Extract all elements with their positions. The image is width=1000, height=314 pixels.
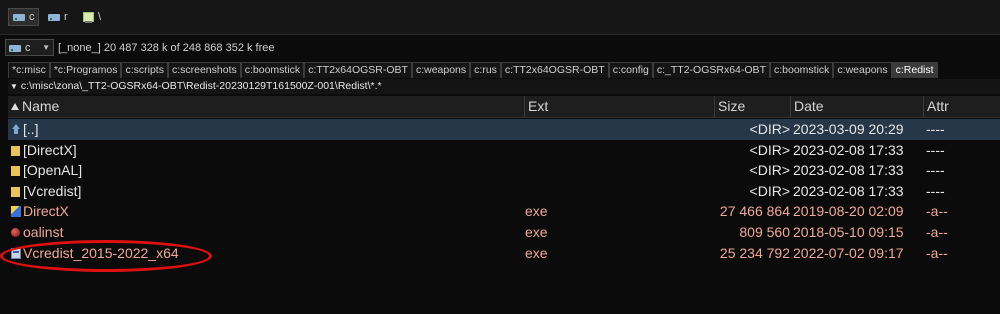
column-header-label: Ext (528, 98, 549, 114)
file-name: oalinst (23, 223, 64, 240)
file-row-vcredist-exe[interactable]: Vcredist_2015-2022_x64 exe 25 234 792 20… (8, 243, 1000, 264)
column-header-label: Attr (927, 98, 949, 114)
tab-screenshots[interactable]: c:screenshots (167, 62, 241, 78)
file-date: 2023-02-08 17:33 (793, 162, 904, 179)
file-attr: -a-- (926, 244, 948, 261)
tab-redist[interactable]: c:Redist (891, 62, 938, 78)
file-size: 27 466 864 (719, 203, 790, 220)
file-size: 809 560 (739, 223, 790, 240)
file-attr: ---- (926, 121, 945, 137)
chevron-down-icon: ▼ (42, 43, 50, 52)
file-size: <DIR> (749, 162, 790, 179)
file-name-cell: [..] (10, 119, 39, 139)
drive-button-network[interactable]: \ (78, 8, 104, 26)
column-header-date[interactable]: Date (791, 96, 924, 117)
file-row-vcredist-folder[interactable]: [Vcredist] <DIR> 2023-02-08 17:33 ---- (8, 181, 1000, 202)
tab-tt2x64ogsr-obt[interactable]: c:TT2x64OGSR-OBT (304, 62, 412, 78)
file-name: Vcredist_2015-2022_x64 (23, 244, 179, 261)
file-row-directx-exe[interactable]: DirectX exe 27 466 864 2019-08-20 02:09 … (8, 201, 1000, 222)
file-attr: ---- (926, 141, 945, 158)
column-header-attr[interactable]: Attr (924, 96, 1000, 117)
file-list-header: Name Ext Size Date Attr (8, 96, 1000, 118)
file-name-cell: [Vcredist] (10, 181, 81, 201)
current-path-bar[interactable]: ▼ c:\misc\zona\_TT2-OGSRx64-OBT\Redist-20… (8, 79, 1000, 94)
tab-boomstick[interactable]: c:boomstick (240, 62, 305, 78)
chevron-down-icon[interactable]: ▼ (10, 82, 18, 91)
file-list: [..] <DIR> 2023-03-09 20:29 ---- [Direct… (8, 119, 1000, 263)
free-space-label: [_none_] 20 487 328 k of 248 868 352 k f… (58, 42, 275, 54)
up-arrow-icon (10, 123, 21, 135)
file-attr: -a-- (926, 223, 948, 240)
file-date: 2018-05-10 09:15 (793, 223, 904, 240)
installer-app-icon (10, 247, 21, 259)
column-header-ext[interactable]: Ext (525, 96, 715, 117)
file-date: 2023-02-08 17:33 (793, 141, 904, 158)
file-date: 2023-03-09 20:29 (793, 121, 904, 137)
drive-select[interactable]: c ▼ (5, 39, 54, 56)
file-size: <DIR> (749, 141, 790, 158)
folder-tabs: *c:misc *c:Programos c:scripts c:screens… (8, 62, 938, 78)
folder-icon (10, 144, 21, 156)
file-name-cell: [OpenAL] (10, 160, 82, 180)
drive-button-r[interactable]: r (44, 8, 71, 26)
folder-icon (10, 164, 21, 177)
file-date: 2023-02-08 17:33 (793, 182, 904, 199)
column-header-label: Name (22, 98, 60, 114)
drive-icon (8, 43, 22, 53)
directx-app-icon (10, 205, 21, 218)
tab-tt2x64ogsr-obt-2[interactable]: c:TT2x64OGSR-OBT (500, 62, 609, 78)
file-row-directx-folder[interactable]: [DirectX] <DIR> 2023-02-08 17:33 ---- (8, 140, 1000, 161)
drive-button-bar: c r \ (0, 0, 1000, 35)
tab-tt2-ogsrx64-obt[interactable]: c:_TT2-OGSRx64-OBT (652, 62, 770, 78)
file-name-cell: DirectX (10, 201, 69, 221)
file-name: [..] (23, 121, 39, 137)
tab-scripts[interactable]: c:scripts (121, 62, 168, 78)
file-attr: -a-- (926, 203, 948, 220)
column-header-size[interactable]: Size (715, 96, 791, 117)
file-row-oalinst-exe[interactable]: oalinst exe 809 560 2018-05-10 09:15 -a-… (8, 222, 1000, 243)
file-name: [OpenAL] (23, 162, 83, 179)
openal-app-icon (10, 226, 21, 238)
file-name: [DirectX] (23, 141, 77, 158)
network-drive-icon (81, 11, 95, 23)
drive-icon (12, 12, 26, 22)
file-name: [Vcredist] (23, 182, 82, 199)
current-path: c:\misc\zona\_TT2-OGSRx64-OBT\Redist-202… (20, 80, 382, 92)
file-size: <DIR> (749, 121, 790, 137)
file-name-cell: Vcredist_2015-2022_x64 (10, 243, 179, 263)
drive-button-label: c (29, 11, 35, 23)
file-date: 2019-08-20 02:09 (793, 203, 904, 220)
tab-weapons[interactable]: c:weapons (411, 62, 471, 78)
file-row-openal-folder[interactable]: [OpenAL] <DIR> 2023-02-08 17:33 ---- (8, 160, 1000, 181)
drive-info-bar: c ▼ [_none_] 20 487 328 k of 248 868 352… (0, 38, 1000, 58)
file-ext: exe (525, 244, 548, 261)
file-name-cell: [DirectX] (10, 140, 77, 160)
file-name: DirectX (23, 203, 69, 220)
drive-select-value: c (25, 41, 31, 54)
tab-weapons-2[interactable]: c:weapons (833, 62, 892, 78)
tab-programos[interactable]: *c:Programos (49, 62, 122, 78)
tab-boomstick-2[interactable]: c:boomstick (769, 62, 834, 78)
column-header-label: Date (794, 98, 824, 114)
sort-ascending-icon (11, 103, 19, 110)
folder-icon (10, 185, 21, 197)
file-date: 2022-07-02 09:17 (793, 244, 904, 261)
file-attr: ---- (926, 162, 945, 179)
tab-rus[interactable]: c:rus (470, 62, 501, 78)
file-ext: exe (525, 203, 548, 220)
drive-button-c[interactable]: c (8, 8, 39, 26)
drive-button-label: r (64, 11, 68, 23)
file-size: <DIR> (749, 182, 790, 199)
tab-misc[interactable]: *c:misc (8, 62, 50, 78)
file-row-parent-dir[interactable]: [..] <DIR> 2023-03-09 20:29 ---- (8, 119, 1000, 140)
file-name-cell: oalinst (10, 222, 63, 242)
column-header-label: Size (718, 98, 746, 114)
tab-config[interactable]: c:config (608, 62, 653, 78)
column-header-name[interactable]: Name (8, 96, 525, 117)
file-size: 25 234 792 (719, 244, 790, 261)
drive-button-label: \ (98, 11, 102, 23)
file-attr: ---- (926, 182, 945, 199)
file-ext: exe (525, 223, 548, 240)
drive-icon (47, 12, 61, 22)
